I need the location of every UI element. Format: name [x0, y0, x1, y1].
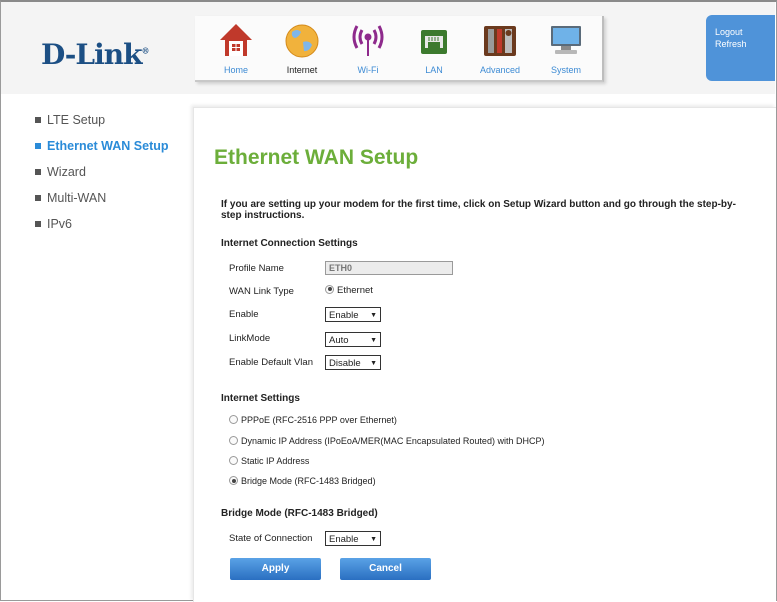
radio-icon — [229, 456, 238, 466]
apply-button[interactable]: Apply — [230, 558, 321, 580]
nav-internet[interactable]: Internet — [269, 16, 335, 80]
wan-link-type-label: WAN Link Type — [229, 286, 294, 297]
refresh-link[interactable]: Refresh — [715, 38, 775, 50]
default-vlan-select[interactable]: Disable ▼ — [325, 355, 381, 370]
tools-icon — [484, 26, 516, 56]
state-of-connection-label: State of Connection — [229, 533, 313, 544]
computer-icon — [551, 26, 581, 54]
sidebar: LTE Setup Ethernet WAN Setup Wizard Mult… — [35, 113, 169, 243]
cancel-button[interactable]: Cancel — [340, 558, 431, 580]
user-menu: Logout Refresh — [706, 15, 775, 81]
linkmode-select[interactable]: Auto ▼ — [325, 332, 381, 347]
main-nav: Home Internet Wi-Fi LAN Advanced System — [195, 16, 604, 82]
lan-port-icon — [421, 30, 447, 54]
intro-text: If you are setting up your modem for the… — [221, 199, 736, 221]
sidebar-item-lte-setup[interactable]: LTE Setup — [35, 113, 169, 139]
nav-lan[interactable]: LAN — [401, 16, 467, 80]
content-panel — [193, 107, 776, 602]
bullet-icon — [35, 116, 41, 123]
profile-name-label: Profile Name — [229, 263, 284, 274]
profile-name-input: ETH0 — [325, 261, 453, 275]
enable-label: Enable — [229, 309, 259, 320]
enable-select[interactable]: Enable ▼ — [325, 307, 381, 322]
nav-home[interactable]: Home — [203, 16, 269, 80]
dropdown-arrow-icon: ▼ — [370, 337, 377, 344]
wan-link-type-option[interactable]: Ethernet — [325, 284, 373, 296]
dropdown-arrow-icon: ▼ — [370, 536, 377, 543]
radio-dynamic-ip[interactable]: Dynamic IP Address (IPoEoA/MER(MAC Encap… — [229, 436, 544, 446]
bullet-icon — [35, 194, 41, 201]
radio-pppoe[interactable]: PPPoE (RFC-2516 PPP over Ethernet) — [229, 415, 397, 425]
radio-icon — [229, 436, 238, 446]
sidebar-item-ipv6[interactable]: IPv6 — [35, 217, 169, 243]
linkmode-label: LinkMode — [229, 333, 271, 344]
profile-name-field: ETH0 — [325, 261, 453, 275]
sidebar-item-ethernet-wan-setup[interactable]: Ethernet WAN Setup — [35, 139, 169, 165]
wifi-icon — [352, 25, 384, 56]
section-heading-bridge: Bridge Mode (RFC-1483 Bridged) — [221, 508, 378, 519]
radio-icon — [229, 415, 238, 425]
state-of-connection-select[interactable]: Enable ▼ — [325, 531, 381, 546]
section-heading-connection: Internet Connection Settings — [221, 238, 358, 249]
radio-selected-icon — [229, 476, 238, 486]
page-title: Ethernet WAN Setup — [214, 146, 419, 169]
bullet-icon — [35, 220, 41, 227]
bullet-icon — [35, 142, 41, 149]
home-icon — [220, 24, 252, 56]
radio-selected-icon — [325, 284, 334, 294]
sidebar-item-multi-wan[interactable]: Multi-WAN — [35, 191, 169, 217]
nav-system[interactable]: System — [533, 16, 599, 80]
globe-icon — [285, 24, 319, 58]
logout-link[interactable]: Logout — [715, 26, 775, 38]
sidebar-item-wizard[interactable]: Wizard — [35, 165, 169, 191]
bullet-icon — [35, 168, 41, 175]
default-vlan-label: Enable Default Vlan — [229, 357, 313, 368]
nav-wifi[interactable]: Wi-Fi — [335, 16, 401, 80]
section-heading-internet: Internet Settings — [221, 393, 300, 404]
dlink-logo: D-Link® — [41, 38, 150, 71]
radio-static-ip[interactable]: Static IP Address — [229, 456, 309, 466]
nav-advanced[interactable]: Advanced — [467, 16, 533, 80]
dropdown-arrow-icon: ▼ — [370, 360, 377, 367]
radio-bridge-mode[interactable]: Bridge Mode (RFC-1483 Bridged) — [229, 476, 376, 486]
dropdown-arrow-icon: ▼ — [370, 312, 377, 319]
